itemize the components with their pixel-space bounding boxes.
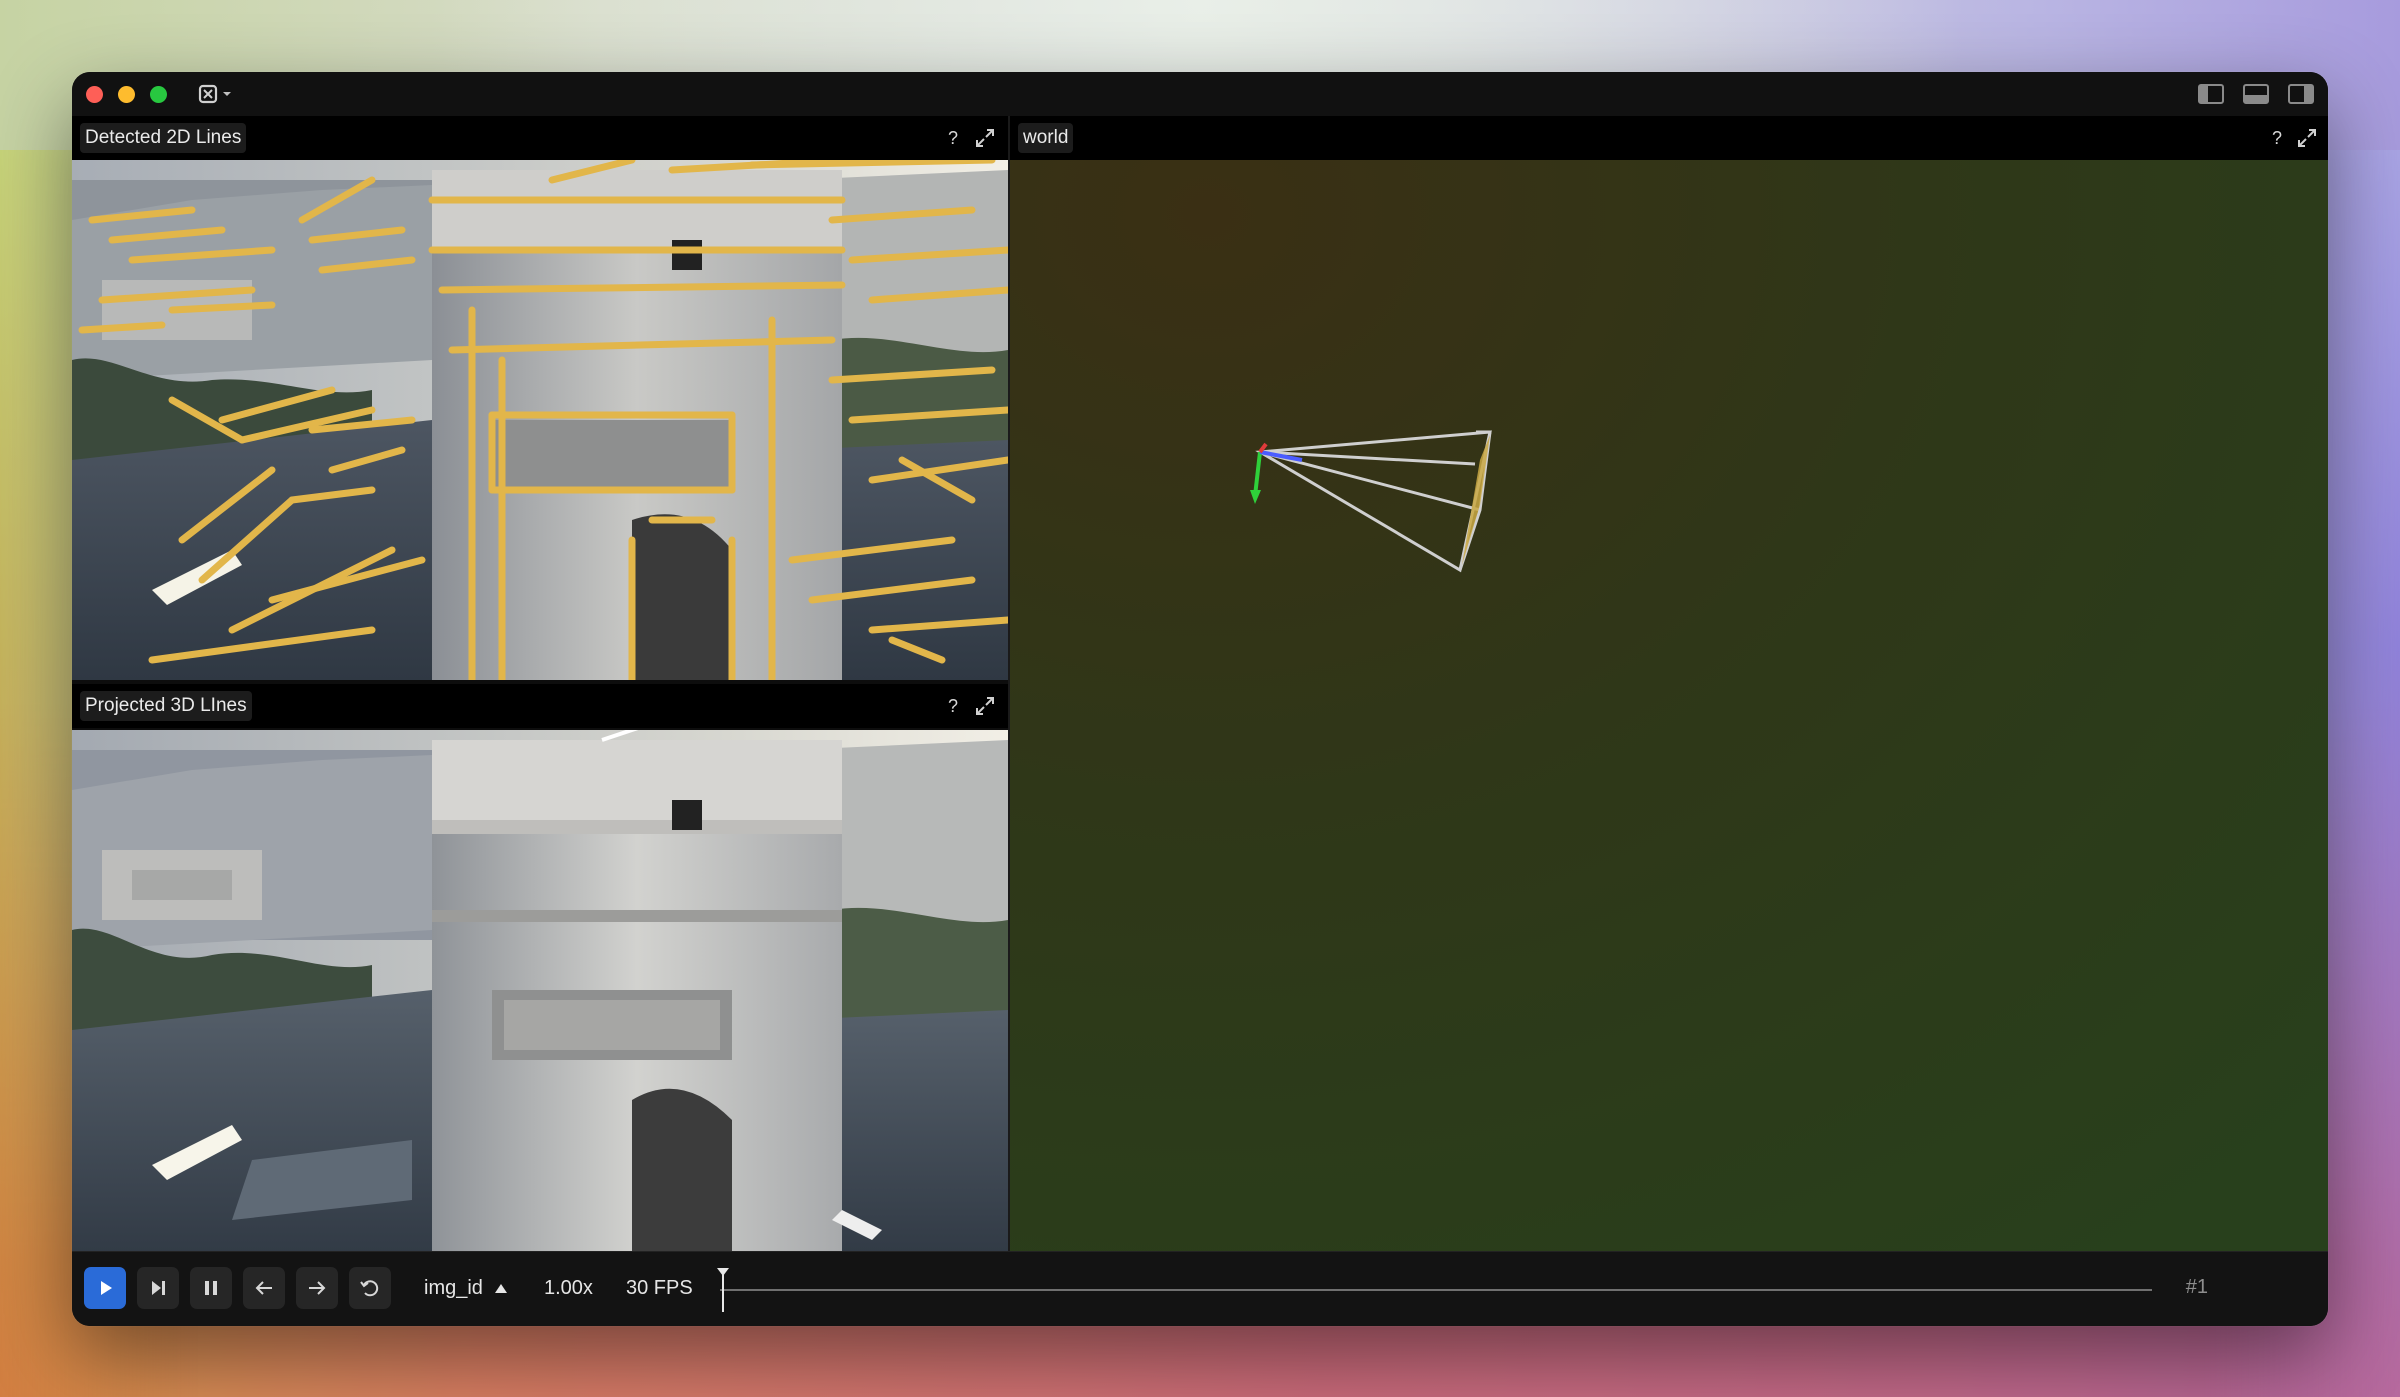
step-forward-icon: [152, 1281, 165, 1295]
step-back-button[interactable]: [243, 1267, 285, 1309]
timeline-track[interactable]: [720, 1289, 2152, 1291]
fps-selector[interactable]: 30 FPS: [626, 1276, 693, 1300]
bottom-panel-toggle-icon[interactable]: [2243, 84, 2269, 104]
frame-label: #1: [2185, 1276, 2208, 1298]
detected-lines-image-view[interactable]: [72, 160, 1008, 680]
loop-icon: [360, 1280, 379, 1297]
timeline-toolbar: img_id 1.00x 30 FPS #1: [72, 1251, 2328, 1326]
panel-title[interactable]: world: [1018, 123, 1074, 153]
maximize-icon[interactable]: [974, 127, 996, 149]
detected-lines-panel-header: Detected 2D Lines ?: [72, 116, 1008, 160]
pause-button[interactable]: [190, 1267, 232, 1309]
play-icon: [101, 1281, 112, 1295]
rerun-logo-icon[interactable]: [196, 82, 236, 106]
timeline-playhead[interactable]: [717, 1268, 729, 1312]
step-next-button[interactable]: [296, 1267, 338, 1309]
zoom-window-button[interactable]: [150, 86, 167, 103]
step-forward-button[interactable]: [137, 1267, 179, 1309]
projected-lines-panel-header: Projected 3D LInes ?: [72, 684, 1008, 728]
playback-speed[interactable]: 1.00x: [544, 1276, 593, 1300]
help-icon[interactable]: ?: [2272, 128, 2282, 149]
world-3d-view[interactable]: [1010, 160, 2328, 1252]
loop-button[interactable]: [349, 1267, 391, 1309]
world-panel-header: world ?: [1010, 116, 2328, 160]
panel-title[interactable]: Detected 2D Lines: [80, 123, 247, 153]
arrow-right-icon: [309, 1281, 326, 1295]
maximize-icon[interactable]: [2296, 127, 2318, 149]
help-icon[interactable]: ?: [948, 696, 958, 717]
right-panel-toggle-icon[interactable]: [2288, 84, 2314, 104]
pause-icon: [205, 1281, 217, 1295]
app-window: Detected 2D Lines ? Projected 3D LInes ?…: [72, 72, 2328, 1326]
arrow-left-icon: [255, 1281, 272, 1295]
left-panel-toggle-icon[interactable]: [2198, 84, 2224, 104]
help-icon[interactable]: ?: [948, 128, 958, 149]
timeline-selector[interactable]: img_id: [424, 1276, 483, 1300]
play-button[interactable]: [84, 1267, 126, 1309]
close-window-button[interactable]: [86, 86, 103, 103]
minimize-window-button[interactable]: [118, 86, 135, 103]
title-bar: [72, 72, 2328, 116]
sort-ascending-icon[interactable]: [493, 1280, 509, 1296]
maximize-icon[interactable]: [974, 695, 996, 717]
projected-lines-image-view[interactable]: [72, 730, 1008, 1252]
panel-title[interactable]: Projected 3D LInes: [80, 691, 252, 721]
